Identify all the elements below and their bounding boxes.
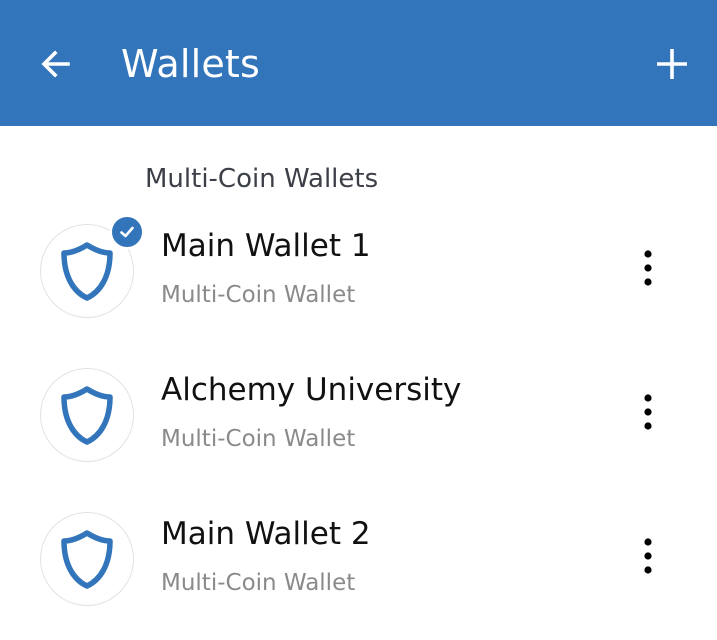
section-header: Multi-Coin Wallets	[145, 164, 379, 194]
shield-icon	[61, 530, 113, 589]
shield-icon	[61, 386, 113, 445]
wallet-avatar	[40, 512, 134, 606]
check-icon	[120, 226, 134, 238]
wallet-name: Main Wallet 1	[161, 228, 371, 264]
more-vertical-icon	[644, 538, 652, 574]
more-vertical-icon	[644, 394, 652, 430]
wallet-menu-button[interactable]	[622, 236, 674, 300]
selected-check-badge	[110, 215, 144, 249]
page-title: Wallets	[121, 42, 261, 86]
arrow-left-icon	[41, 50, 70, 78]
shield-icon	[61, 242, 113, 301]
wallet-row-main-wallet-2[interactable]: Main Wallet 2 Multi-Coin Wallet	[0, 484, 717, 628]
plus-icon	[657, 49, 687, 79]
wallet-name: Alchemy University	[161, 372, 462, 408]
wallet-name: Main Wallet 2	[161, 516, 371, 552]
wallet-menu-button[interactable]	[622, 380, 674, 444]
wallet-type: Multi-Coin Wallet	[161, 282, 356, 308]
add-wallet-button[interactable]	[644, 36, 700, 92]
wallet-menu-button[interactable]	[622, 524, 674, 588]
wallet-row-alchemy-university[interactable]: Alchemy University Multi-Coin Wallet	[0, 340, 717, 484]
wallet-type: Multi-Coin Wallet	[161, 426, 356, 452]
app-bar: Wallets	[0, 0, 717, 126]
wallet-row-main-wallet-1[interactable]: Main Wallet 1 Multi-Coin Wallet	[0, 196, 717, 340]
back-button[interactable]	[28, 36, 84, 92]
more-vertical-icon	[644, 250, 652, 286]
wallet-type: Multi-Coin Wallet	[161, 570, 356, 596]
wallet-avatar	[40, 368, 134, 462]
